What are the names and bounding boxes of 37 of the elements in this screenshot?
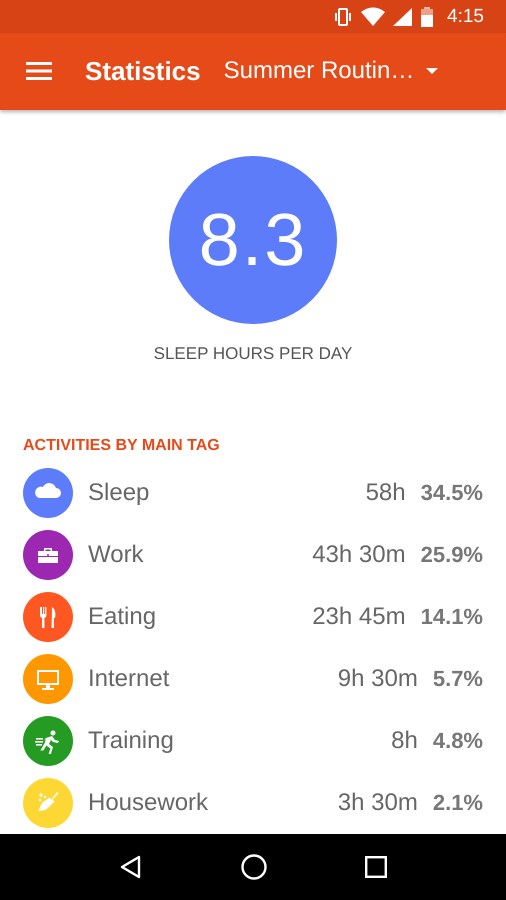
battery-icon: [421, 6, 434, 27]
activity-name: Training: [88, 726, 175, 755]
summary-label: SLEEP HOURS PER DAY: [154, 344, 352, 364]
clock: 4:15: [447, 6, 484, 28]
back-icon: [119, 854, 143, 879]
activity-name: Internet: [88, 664, 170, 693]
section-title: ACTIVITIES BY MAIN TAG: [23, 436, 220, 455]
activity-duration: 43h 30m: [312, 540, 406, 569]
activity-percent: 5.7%: [432, 666, 483, 692]
menu-icon: [26, 62, 52, 80]
recents-button[interactable]: [365, 856, 387, 878]
activity-name: Housework: [88, 788, 210, 817]
routine-dropdown[interactable]: Summer Routin…: [224, 57, 438, 86]
signal-icon: [393, 6, 414, 27]
vibrate-icon: [333, 6, 354, 27]
back-button[interactable]: [119, 854, 143, 879]
activity-duration: 58h: [366, 478, 406, 507]
activity-percent: 2.1%: [432, 790, 483, 816]
sleep-hours-circle: 8.3: [169, 156, 337, 324]
home-button[interactable]: [241, 854, 267, 880]
menu-button[interactable]: [26, 62, 52, 80]
activity-percent: 14.1%: [420, 604, 483, 630]
activity-duration: 8h: [391, 726, 418, 755]
recents-icon: [365, 856, 387, 878]
activity-name: Sleep: [88, 478, 150, 507]
activity-name: Work: [88, 540, 145, 569]
activity-percent: 34.5%: [420, 480, 483, 506]
activity-percent: 25.9%: [420, 542, 483, 568]
activity-duration: 23h 45m: [312, 602, 406, 631]
activity-duration: 3h 30m: [338, 788, 418, 817]
activity-percent: 4.8%: [432, 728, 483, 754]
activity-name: Eating: [88, 602, 158, 631]
activity-duration: 9h 30m: [338, 664, 418, 693]
caret-icon: [426, 68, 438, 74]
screen-title: Statistics: [85, 56, 201, 87]
home-icon: [241, 854, 267, 880]
wifi-icon: [361, 6, 386, 27]
